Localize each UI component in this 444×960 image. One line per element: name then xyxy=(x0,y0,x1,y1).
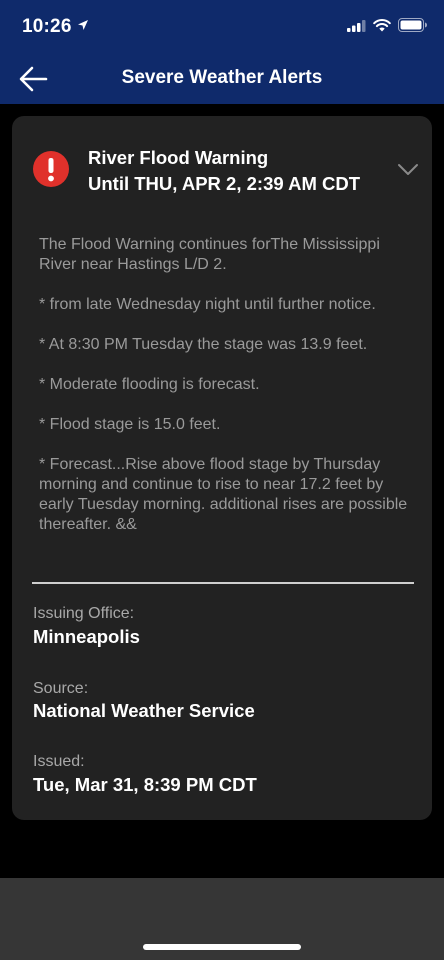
status-time: 10:26 xyxy=(22,16,72,37)
description-paragraph: * from late Wednesday night until furthe… xyxy=(39,296,376,313)
alert-description: The Flood Warning continues forThe Missi… xyxy=(39,235,409,571)
chevron-down-icon[interactable] xyxy=(397,163,419,177)
alert-expiry: Until THU, APR 2, 2:39 AM CDT xyxy=(88,173,361,194)
bottom-bar xyxy=(0,878,444,960)
exclamation-alert-icon xyxy=(33,151,69,187)
home-indicator[interactable] xyxy=(143,944,301,950)
description-paragraph: * Moderate flooding is forecast. xyxy=(39,376,260,393)
source-label: Source: xyxy=(33,680,89,697)
description-paragraph: * Forecast...Rise above flood stage by T… xyxy=(39,456,408,533)
description-paragraph: * At 8:30 PM Tuesday the stage was 13.9 … xyxy=(39,336,368,353)
app-header: 10:26 Severe Weather Alerts xyxy=(0,0,444,104)
wifi-icon xyxy=(373,19,391,32)
cellular-signal-icon xyxy=(347,20,366,32)
alert-card: River Flood Warning Until THU, APR 2, 2:… xyxy=(12,116,432,820)
navigation-bar: Severe Weather Alerts xyxy=(0,54,444,104)
divider xyxy=(32,582,414,584)
page-title: Severe Weather Alerts xyxy=(121,67,323,88)
source-value: National Weather Service xyxy=(33,700,255,721)
description-paragraph: The Flood Warning continues forThe Missi… xyxy=(39,236,380,273)
issuing-office-label: Issuing Office: xyxy=(33,605,135,622)
description-paragraph: * Flood stage is 15.0 feet. xyxy=(39,416,221,433)
issued-value: Tue, Mar 31, 8:39 PM CDT xyxy=(33,774,257,795)
battery-icon xyxy=(398,18,427,32)
status-bar: 10:26 xyxy=(0,0,444,54)
location-arrow-icon xyxy=(78,20,88,30)
issuing-office-value: Minneapolis xyxy=(33,626,140,647)
alert-title: River Flood Warning xyxy=(88,147,269,168)
issued-label: Issued: xyxy=(33,753,85,770)
